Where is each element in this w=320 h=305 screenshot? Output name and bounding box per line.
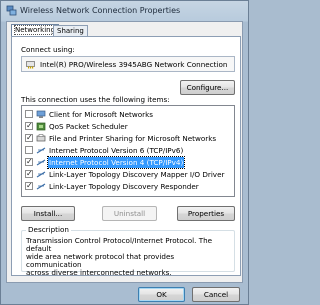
checkbox-client-microsoft[interactable] xyxy=(25,110,33,118)
list-item-file-printer-sharing[interactable]: ✓ File and Printer Sharing for Microsoft… xyxy=(22,133,234,144)
list-item-ipv6[interactable]: Internet Protocol Version 6 (TCP/IPv6) xyxy=(22,145,234,156)
item-label: Link-Layer Topology Discovery Responder xyxy=(49,182,199,191)
qos-scheduler-icon xyxy=(36,122,46,131)
configure-button[interactable]: Configure... xyxy=(180,80,235,95)
checkbox-lltd-mapper[interactable]: ✓ xyxy=(25,170,33,178)
protocol-icon xyxy=(36,159,46,166)
install-button[interactable]: Install... xyxy=(21,206,75,221)
window-title: Wireless Network Connection Properties xyxy=(20,6,181,15)
item-label: Client for Microsoft Networks xyxy=(49,110,154,119)
network-connection-icon xyxy=(6,5,17,16)
adapter-field: Intel(R) PRO/Wireless 3945ABG Network Co… xyxy=(21,56,235,72)
title-bar[interactable]: Wireless Network Connection Properties xyxy=(1,1,248,21)
protocol-icon xyxy=(36,147,46,154)
checkbox-file-printer-sharing[interactable]: ✓ xyxy=(25,134,33,142)
list-item-client-microsoft[interactable]: Client for Microsoft Networks xyxy=(22,109,234,120)
item-label: QoS Packet Scheduler xyxy=(49,122,128,131)
item-label: Internet Protocol Version 4 (TCP/IPv4) xyxy=(46,156,186,169)
adapter-name: Intel(R) PRO/Wireless 3945ABG Network Co… xyxy=(40,60,228,69)
network-adapter-icon xyxy=(26,61,35,69)
protocol-icon xyxy=(36,183,46,190)
properties-button[interactable]: Properties xyxy=(177,206,235,221)
checkbox-ipv6[interactable] xyxy=(25,146,33,154)
description-line: wide area network protocol that provides… xyxy=(26,252,175,269)
description-line: across diverse interconnected networks. xyxy=(26,268,172,277)
client-icon xyxy=(36,110,46,118)
list-item-qos-scheduler[interactable]: ✓ QoS Packet Scheduler xyxy=(22,121,234,132)
checkbox-lltd-responder[interactable]: ✓ xyxy=(25,182,33,190)
uninstall-button[interactable]: Uninstall xyxy=(102,206,157,221)
connect-using-label: Connect using: xyxy=(21,45,75,54)
ok-button[interactable]: OK xyxy=(138,287,185,302)
protocol-icon xyxy=(36,171,46,178)
list-item-lltd-responder[interactable]: ✓ Link-Layer Topology Discovery Responde… xyxy=(22,181,234,192)
tab-sharing-label: Sharing xyxy=(57,27,84,35)
items-label: This connection uses the following items… xyxy=(21,95,170,104)
list-item-ipv4[interactable]: ✓ Internet Protocol Version 4 (TCP/IPv4) xyxy=(22,156,234,169)
description-title: Description xyxy=(26,225,71,234)
components-list[interactable]: Client for Microsoft Networks ✓ QoS Pack… xyxy=(21,105,235,197)
item-label: File and Printer Sharing for Microsoft N… xyxy=(49,134,217,143)
list-item-lltd-mapper[interactable]: ✓ Link-Layer Topology Discovery Mapper I… xyxy=(22,169,234,180)
tab-networking-label: Networking xyxy=(13,25,57,35)
properties-dialog: Wireless Network Connection Properties N… xyxy=(0,0,249,305)
cancel-button[interactable]: Cancel xyxy=(192,287,240,302)
item-label: Link-Layer Topology Discovery Mapper I/O… xyxy=(49,170,225,179)
description-text: Transmission Control Protocol/Internet P… xyxy=(26,237,232,277)
file-printer-icon xyxy=(36,134,46,142)
checkbox-qos-scheduler[interactable]: ✓ xyxy=(25,122,33,130)
description-line: Transmission Control Protocol/Internet P… xyxy=(26,236,213,253)
item-label: Internet Protocol Version 6 (TCP/IPv6) xyxy=(49,146,184,155)
checkbox-ipv4[interactable]: ✓ xyxy=(25,158,33,166)
